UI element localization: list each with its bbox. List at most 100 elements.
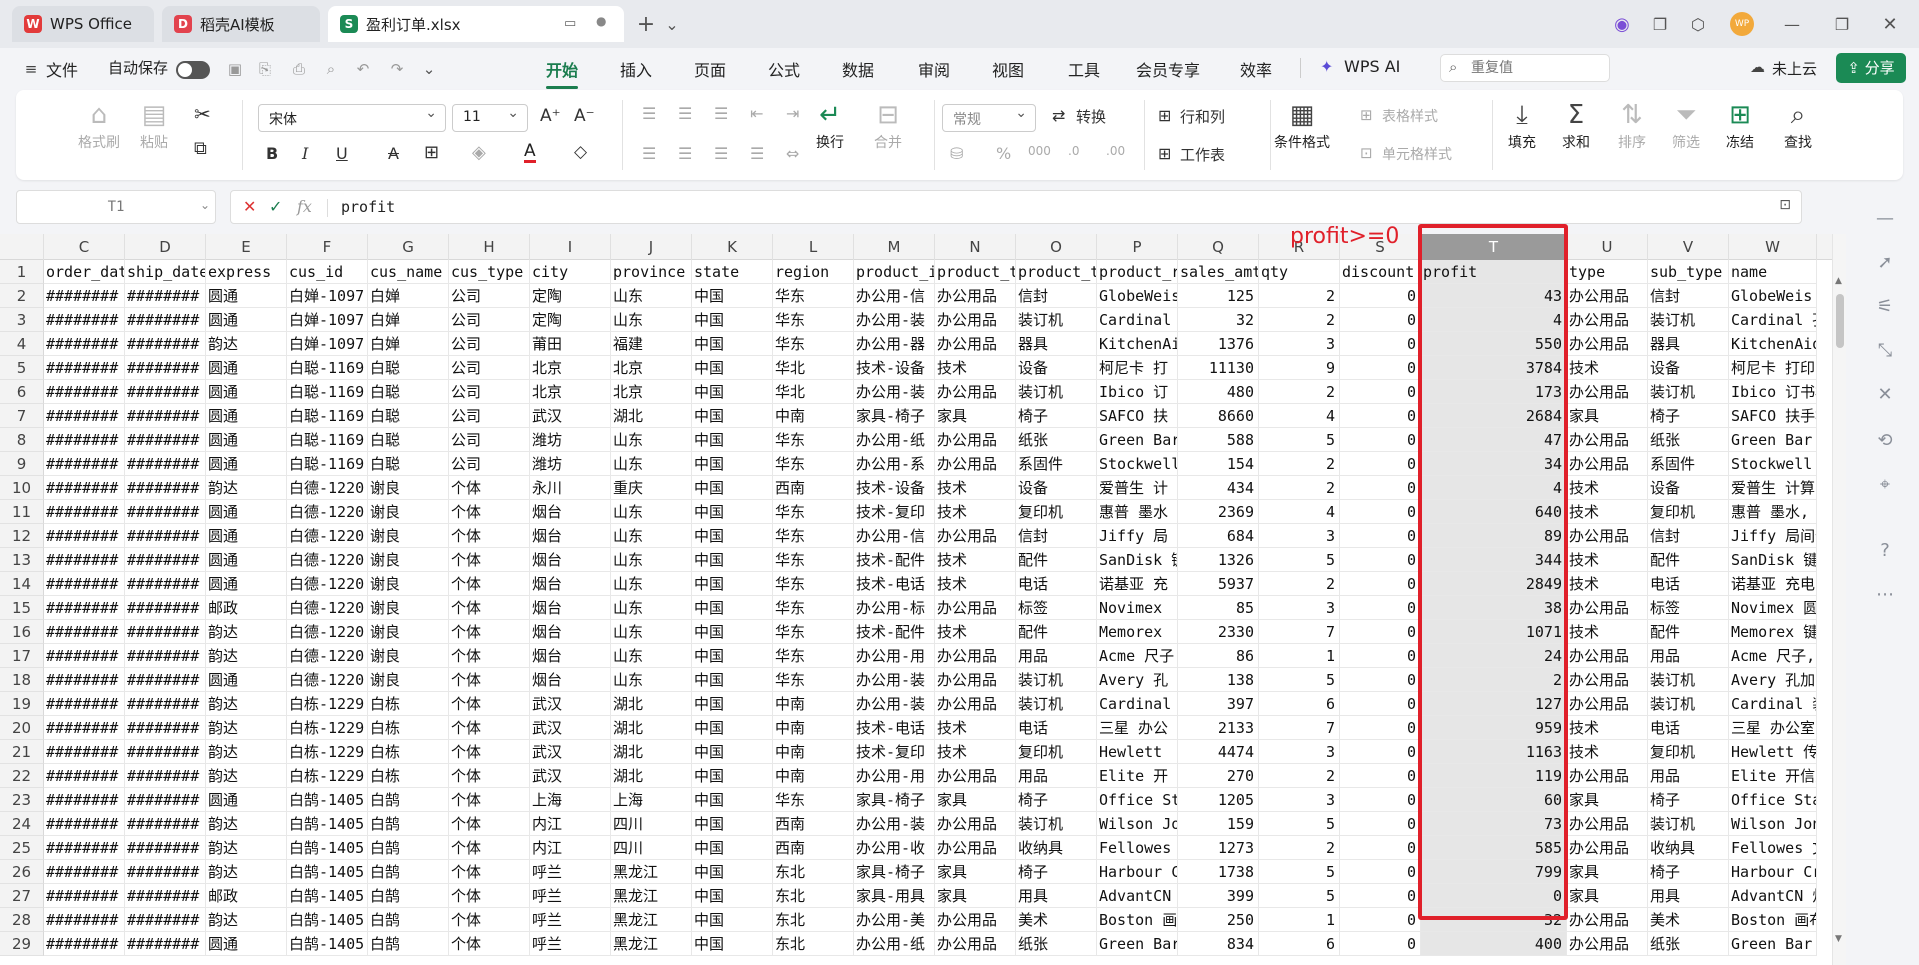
cell[interactable]: 办公用品 (1567, 644, 1648, 668)
cell[interactable]: 办公用品 (1567, 692, 1648, 716)
ai-assistant-icon[interactable]: ◉ (1610, 12, 1634, 36)
cell[interactable]: 1326 (1178, 548, 1259, 572)
cell[interactable]: 呼兰 (530, 884, 611, 908)
cell[interactable]: ######## (44, 668, 125, 692)
cell[interactable]: 圆通 (206, 548, 287, 572)
more-icon[interactable]: ⋯ (1874, 584, 1896, 606)
fill-color-icon[interactable]: ◈ (472, 142, 486, 163)
row-number[interactable]: 27 (0, 884, 44, 908)
cell[interactable]: 799 (1421, 860, 1567, 884)
cell[interactable]: ######## (125, 812, 206, 836)
cell[interactable]: 60 (1421, 788, 1567, 812)
cell[interactable]: 1 (1259, 908, 1340, 932)
cell[interactable]: 山东 (611, 524, 692, 548)
cell[interactable]: 中国 (692, 500, 773, 524)
cell[interactable]: GlobeWeis (1097, 284, 1178, 308)
cell[interactable]: 5 (1259, 548, 1340, 572)
cell[interactable]: 华北 (773, 380, 854, 404)
cell[interactable]: 办公用品 (935, 284, 1016, 308)
cell[interactable]: 装订机 (1016, 668, 1097, 692)
cell[interactable]: product_r (1097, 260, 1178, 284)
cell[interactable]: 7 (1259, 716, 1340, 740)
cell[interactable]: ######## (44, 884, 125, 908)
monitor-icon[interactable]: ▭ (564, 16, 576, 31)
cell[interactable]: 85 (1178, 596, 1259, 620)
number-format-select[interactable]: 常规 (942, 104, 1036, 132)
cell[interactable]: 办公用品 (935, 596, 1016, 620)
cell[interactable]: 椅子 (1648, 860, 1729, 884)
cell[interactable]: 684 (1178, 524, 1259, 548)
cell[interactable]: 白德-1220 (287, 668, 368, 692)
cell[interactable]: 0 (1340, 740, 1421, 764)
cell[interactable]: 中国 (692, 572, 773, 596)
row-number[interactable]: 26 (0, 860, 44, 884)
cell[interactable]: 0 (1340, 692, 1421, 716)
cell[interactable]: 家具-椅子 (854, 860, 935, 884)
cell[interactable]: 办公用品 (935, 308, 1016, 332)
cell[interactable]: ######## (125, 524, 206, 548)
cell[interactable]: 个体 (449, 692, 530, 716)
cell[interactable]: 9 (1259, 356, 1340, 380)
cell[interactable]: 技术 (935, 356, 1016, 380)
cell[interactable]: 韵达 (206, 620, 287, 644)
close-icon[interactable]: ✕ (1878, 12, 1902, 36)
cell[interactable]: 湖北 (611, 740, 692, 764)
cell[interactable]: 办公用品 (1567, 668, 1648, 692)
search-input[interactable] (1471, 58, 1601, 78)
cell[interactable]: 收纳具 (1016, 836, 1097, 860)
column-header-t[interactable]: T (1421, 234, 1567, 260)
percent-icon[interactable]: % (996, 144, 1011, 163)
cell[interactable]: 湖北 (611, 404, 692, 428)
cell[interactable]: ######## (44, 932, 125, 956)
backup-icon[interactable]: ⟲ (1874, 430, 1896, 452)
cell[interactable]: ######## (125, 692, 206, 716)
cell[interactable]: 公司 (449, 428, 530, 452)
scroll-down-icon[interactable]: ▼ (1835, 934, 1842, 944)
cell[interactable]: 白鹄 (368, 884, 449, 908)
cell[interactable]: 2 (1259, 572, 1340, 596)
column-header-n[interactable]: N (935, 234, 1016, 260)
cell[interactable]: 个体 (449, 740, 530, 764)
cell[interactable]: 中国 (692, 884, 773, 908)
cell[interactable]: 技术 (1567, 716, 1648, 740)
cell-style-button[interactable]: 单元格样式 (1382, 144, 1452, 164)
cell[interactable]: 5 (1259, 884, 1340, 908)
cell[interactable]: 配件 (1648, 620, 1729, 644)
cell[interactable]: 美术 (1016, 908, 1097, 932)
cell[interactable]: 中国 (692, 596, 773, 620)
cell[interactable]: 2 (1259, 476, 1340, 500)
cell[interactable]: 华东 (773, 668, 854, 692)
cell[interactable]: 白婵-1097 (287, 284, 368, 308)
cell[interactable]: 86 (1178, 644, 1259, 668)
strikethrough-icon[interactable]: A (388, 144, 399, 163)
spreadsheet-grid[interactable]: CDEFGHIJKLMNOPQRSTUVW 1 order_dat ship_dat… (0, 234, 1832, 965)
cell[interactable]: 复印机 (1016, 740, 1097, 764)
align-right-icon[interactable]: ☰ (714, 144, 728, 163)
cell[interactable]: Green Bar 笔 (1729, 932, 1817, 956)
cell[interactable]: 办公用-信 (854, 284, 935, 308)
cell[interactable]: 椅子 (1016, 788, 1097, 812)
cell[interactable]: 圆通 (206, 788, 287, 812)
cell[interactable]: ######## (44, 548, 125, 572)
cell[interactable]: 办公用-装 (854, 308, 935, 332)
cell[interactable]: ######## (44, 572, 125, 596)
cell[interactable]: express (206, 260, 287, 284)
cell[interactable]: 89 (1421, 524, 1567, 548)
cell[interactable]: cus_id (287, 260, 368, 284)
save-icon[interactable]: ▣ (226, 60, 244, 78)
cube-icon[interactable]: ⬡ (1686, 12, 1710, 36)
cell[interactable]: ######## (44, 404, 125, 428)
cell[interactable]: Ibico 订 (1097, 380, 1178, 404)
cell[interactable]: 湖北 (611, 764, 692, 788)
tab-formula[interactable]: 公式 (768, 57, 800, 81)
cell[interactable]: 装订机 (1016, 308, 1097, 332)
cell[interactable]: 白聪 (368, 380, 449, 404)
cell[interactable]: 640 (1421, 500, 1567, 524)
cell[interactable]: 个体 (449, 884, 530, 908)
align-center-icon[interactable]: ☰ (678, 144, 692, 163)
cell[interactable]: 0 (1340, 284, 1421, 308)
cell[interactable]: 谢良 (368, 596, 449, 620)
cell[interactable]: 装订机 (1648, 668, 1729, 692)
cell[interactable]: 技术-配件 (854, 620, 935, 644)
cell[interactable]: cus_type (449, 260, 530, 284)
